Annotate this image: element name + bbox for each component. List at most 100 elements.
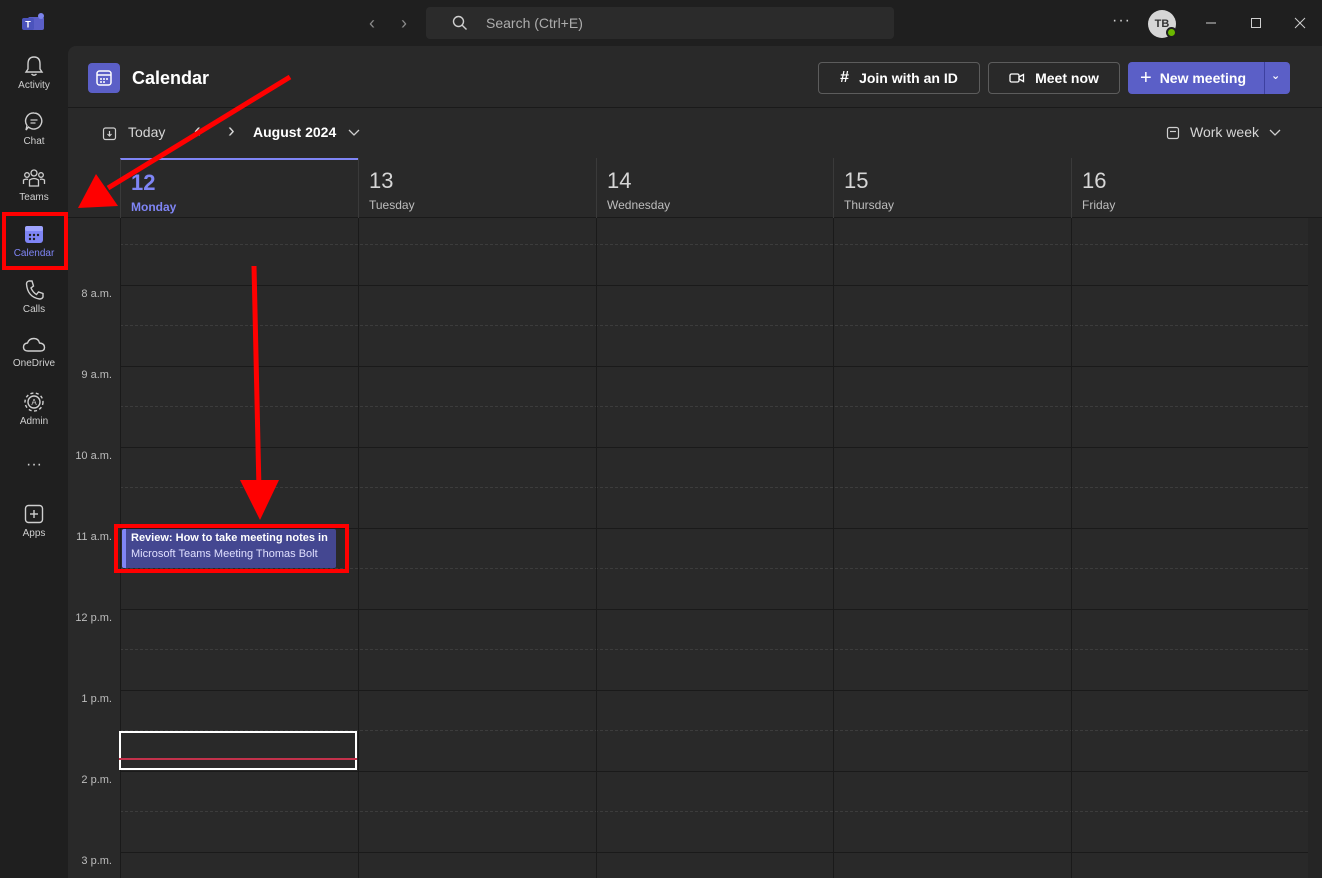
rail-item-activity[interactable]: Activity xyxy=(0,54,68,110)
calendar-today-icon xyxy=(102,127,117,141)
day-number: 14 xyxy=(607,168,632,193)
hour-line xyxy=(120,285,1308,286)
day-number: 13 xyxy=(369,168,394,193)
plus-square-icon xyxy=(24,504,44,524)
rail-label: Apps xyxy=(22,528,46,539)
prev-week-icon[interactable]: ‹ xyxy=(194,120,201,143)
half-hour-line xyxy=(120,487,1308,488)
phone-icon xyxy=(25,280,44,300)
month-picker[interactable]: August 2024 xyxy=(253,124,336,140)
work-week-icon xyxy=(1166,126,1180,140)
calendar-app-icon xyxy=(88,63,120,93)
half-hour-line xyxy=(120,325,1308,326)
day-name: Friday xyxy=(1082,198,1116,212)
more-options-icon[interactable]: ··· xyxy=(1112,12,1131,30)
rail-label: Chat xyxy=(23,136,45,147)
time-label: 8 a.m. xyxy=(81,288,112,300)
rail-label: Calls xyxy=(22,304,46,315)
time-label: 9 a.m. xyxy=(81,369,112,381)
half-hour-line xyxy=(120,811,1308,812)
half-hour-line xyxy=(120,244,1308,245)
day-column-line xyxy=(1071,218,1072,878)
day-header-row: 12 Monday 13 Tuesday 14 Wednesday 15 Thu… xyxy=(68,158,1322,218)
time-label: 12 p.m. xyxy=(75,612,112,624)
rail-label: Teams xyxy=(19,192,49,203)
time-label: 2 p.m. xyxy=(81,774,112,786)
time-label: 3 p.m. xyxy=(81,855,112,867)
hour-line xyxy=(120,366,1308,367)
today-button[interactable]: Today xyxy=(128,124,165,140)
annotation-box-calendar xyxy=(2,212,68,270)
hour-line xyxy=(120,609,1308,610)
hour-line xyxy=(120,852,1308,853)
meet-now-label: Meet now xyxy=(1035,70,1099,86)
rail-item-calls[interactable]: Calls xyxy=(0,278,68,334)
day-number: 12 xyxy=(131,170,156,195)
svg-text:A: A xyxy=(31,398,37,407)
more-apps-icon[interactable]: ··· xyxy=(0,456,68,474)
meet-now-button[interactable]: Meet now xyxy=(988,62,1120,94)
forward-arrow-icon[interactable]: › xyxy=(394,13,414,33)
time-label: 1 p.m. xyxy=(81,693,112,705)
day-header-monday[interactable]: 12 Monday xyxy=(120,158,358,218)
chat-icon xyxy=(24,112,43,131)
search-placeholder: Search (Ctrl+E) xyxy=(486,15,583,31)
view-switcher[interactable]: Work week xyxy=(1190,124,1259,140)
calendar-toolbar: Today ‹ › August 2024 Work week xyxy=(68,109,1322,158)
maximize-icon[interactable] xyxy=(1245,12,1267,34)
next-week-icon[interactable]: › xyxy=(228,120,235,143)
day-column-line xyxy=(358,218,359,878)
selected-time-slot[interactable] xyxy=(119,731,357,770)
app-rail: Activity Chat Teams Calendar Calls OneDr… xyxy=(0,46,68,878)
search-box[interactable]: Search (Ctrl+E) xyxy=(426,7,894,39)
plus-icon: + xyxy=(1140,66,1152,89)
hash-icon: # xyxy=(840,69,850,86)
calendar-main: Calendar # Join with an ID Meet now + Ne… xyxy=(68,46,1322,878)
close-icon[interactable] xyxy=(1289,12,1311,34)
rail-label: OneDrive xyxy=(12,358,56,369)
hour-line xyxy=(120,690,1308,691)
chevron-down-icon[interactable]: ⌄ xyxy=(1271,69,1280,82)
rail-item-chat[interactable]: Chat xyxy=(0,110,68,166)
search-icon xyxy=(452,15,467,30)
day-column-line xyxy=(833,218,834,878)
day-header-thursday[interactable]: 15 Thursday xyxy=(833,158,1071,218)
teams-icon xyxy=(22,169,46,187)
day-name: Tuesday xyxy=(369,198,415,212)
new-meeting-button[interactable]: + New meeting ⌄ xyxy=(1128,62,1290,94)
admin-icon: A xyxy=(24,392,44,412)
day-number: 16 xyxy=(1082,168,1107,193)
title-bar: T ‹ › Search (Ctrl+E) ··· TB xyxy=(0,0,1322,46)
bell-icon xyxy=(24,56,44,76)
day-header-tuesday[interactable]: 13 Tuesday xyxy=(358,158,596,218)
join-with-id-button[interactable]: # Join with an ID xyxy=(818,62,980,94)
scrollbar-track[interactable] xyxy=(1308,218,1322,878)
rail-item-onedrive[interactable]: OneDrive xyxy=(0,334,68,390)
rail-label: Admin xyxy=(19,416,49,427)
day-name: Monday xyxy=(131,200,177,214)
calendar-header: Calendar # Join with an ID Meet now + Ne… xyxy=(68,46,1322,108)
page-title: Calendar xyxy=(132,68,210,88)
time-label: 10 a.m. xyxy=(75,450,112,462)
svg-text:T: T xyxy=(25,20,31,30)
hour-line xyxy=(120,447,1308,448)
rail-item-admin[interactable]: A Admin xyxy=(0,390,68,446)
join-with-id-label: Join with an ID xyxy=(859,70,958,86)
day-header-friday[interactable]: 16 Friday xyxy=(1071,158,1308,218)
chevron-down-icon[interactable] xyxy=(1269,129,1281,137)
day-header-wednesday[interactable]: 14 Wednesday xyxy=(596,158,833,218)
cloud-icon xyxy=(22,337,46,352)
time-label: 11 a.m. xyxy=(76,531,112,543)
teams-logo-icon: T xyxy=(22,13,44,30)
day-number: 15 xyxy=(844,168,869,193)
new-meeting-label: New meeting xyxy=(1159,70,1247,86)
day-name: Wednesday xyxy=(607,198,671,212)
rail-item-apps[interactable]: Apps xyxy=(0,502,68,558)
back-arrow-icon[interactable]: ‹ xyxy=(362,13,382,33)
day-column-line xyxy=(596,218,597,878)
presence-available-icon xyxy=(1166,27,1177,38)
chevron-down-icon[interactable] xyxy=(348,129,360,137)
minimize-icon[interactable] xyxy=(1200,12,1222,34)
hour-line xyxy=(120,771,1308,772)
video-camera-icon xyxy=(1009,73,1025,83)
